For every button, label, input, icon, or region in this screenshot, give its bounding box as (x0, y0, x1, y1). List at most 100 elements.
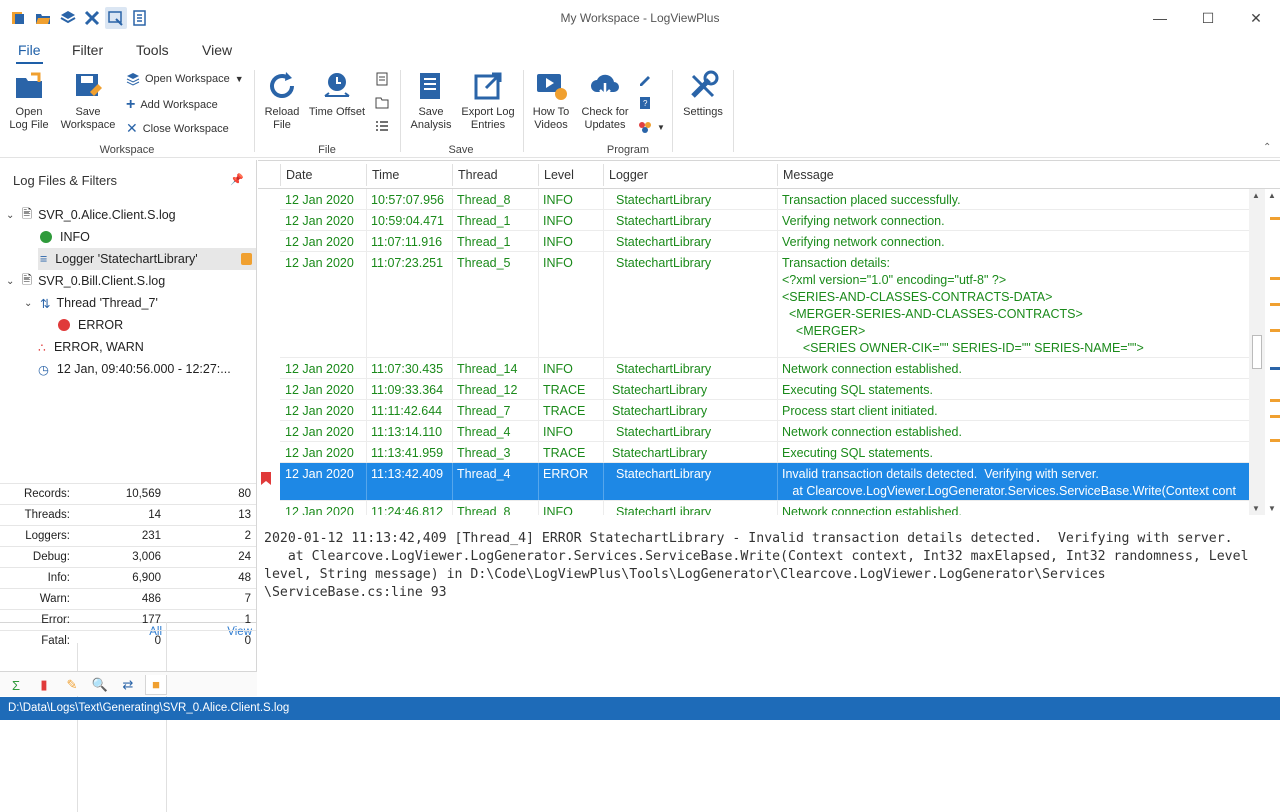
log-row[interactable]: 12 Jan 2020 11:13:14.110 Thread_4 INFO State… (280, 421, 1250, 442)
tree-item-filter[interactable]: ◷ 12 Jan, 09:40:56.000 - 12:27:... (38, 358, 231, 380)
reload-file-button[interactable]: Reload File (260, 70, 304, 132)
log-row[interactable]: 12 Jan 2020 10:59:04.471 Thread_1 INFO State… (280, 210, 1250, 231)
column-header-time[interactable]: Time (366, 164, 452, 186)
check-for-updates-label: Check for Updates (581, 106, 629, 131)
stats-label: Info: (47, 572, 70, 584)
log-row[interactable]: 12 Jan 2020 10:57:07.956 Thread_8 INFO State… (280, 189, 1250, 210)
time-offset-button[interactable]: Time Offset (306, 70, 368, 119)
group-label-workspace: Workspace (99, 144, 155, 156)
cell-thread: Thread_4 (457, 425, 511, 439)
message-detail-pane[interactable]: 2020-01-12 11:13:42,409 [Thread_4] ERROR… (258, 520, 1280, 696)
stats-all-value: 231 (141, 530, 161, 542)
bookmark-icon[interactable]: ▮ (33, 675, 55, 695)
stats-row: Warn: 486 7 (0, 588, 256, 609)
log-row[interactable]: 12 Jan 2020 11:13:42.409 Thread_4 ERROR Stat… (280, 463, 1250, 501)
close-button[interactable]: ✕ (1233, 6, 1279, 30)
tree-item-filter[interactable]: ERROR (58, 314, 123, 336)
tree-item-file[interactable]: ⌄ 🖹 SVR_0.Alice.Client.S.log (6, 204, 176, 226)
filters-tab-icon[interactable]: ■ (145, 675, 167, 695)
log-row[interactable]: 12 Jan 2020 11:11:42.644 Thread_7 TRACE Stat… (280, 400, 1250, 421)
open-log-file-button[interactable]: Open Log File (6, 70, 52, 132)
scrollbar-thumb[interactable] (1252, 335, 1262, 369)
folder-button[interactable] (375, 96, 389, 109)
maximize-button[interactable]: ☐ (1185, 6, 1231, 30)
scroll-up-icon[interactable]: ▲ (1252, 191, 1260, 200)
folder-icon (375, 97, 389, 109)
search-folder-icon[interactable]: 🔍 (89, 675, 111, 695)
cell-logger: StatechartLibrary (616, 425, 712, 439)
settings-button[interactable]: Settings (678, 70, 728, 119)
column-header-thread[interactable]: Thread (452, 164, 538, 186)
column-header-message[interactable]: Message (777, 164, 1249, 186)
log-minimap[interactable]: ▲ ▼ (1268, 189, 1280, 515)
tree-item-filter[interactable]: ∴ ERROR, WARN (38, 336, 144, 358)
log-row[interactable]: 12 Jan 2020 11:07:11.916 Thread_1 INFO State… (280, 231, 1250, 252)
file-list-button[interactable] (376, 72, 389, 86)
save-analysis-button[interactable]: Save Analysis (406, 70, 456, 132)
pin-icon[interactable]: 📌 (230, 173, 244, 186)
cell-thread: Thread_1 (457, 214, 511, 228)
cell-message: Network connection established. (782, 505, 962, 515)
chevron-down-icon[interactable]: ⌄ (6, 276, 18, 287)
tab-filter[interactable]: Filter (72, 42, 103, 58)
close-workspace-button[interactable]: ✕ Close Workspace (126, 120, 229, 137)
cell-date: 12 Jan 2020 (285, 425, 354, 439)
how-to-videos-button[interactable]: How To Videos (528, 70, 574, 132)
statistics-sigma-icon[interactable]: Σ (5, 675, 27, 695)
cell-divider (452, 501, 453, 515)
cell-message: Executing SQL statements. (782, 446, 934, 460)
export-log-entries-button[interactable]: Export Log Entries (458, 70, 518, 132)
theme-button[interactable]: ▼ (638, 120, 665, 134)
save-workspace-button[interactable]: Save Workspace (58, 70, 118, 132)
edit-button[interactable] (638, 72, 652, 86)
tree-item-filter[interactable]: ≡ Logger 'StatechartLibrary' (38, 248, 256, 270)
column-header-date[interactable]: Date (280, 164, 366, 186)
tree-item-filter[interactable]: INFO (40, 226, 90, 248)
column-header-logger[interactable]: Logger (603, 164, 777, 186)
cell-date: 12 Jan 2020 (285, 505, 354, 515)
minimap-down-icon[interactable]: ▼ (1268, 504, 1276, 513)
open-workspace-button[interactable]: Open Workspace ▼ (126, 72, 244, 86)
tab-view[interactable]: View (202, 42, 232, 58)
cell-divider (603, 231, 604, 251)
chevron-down-icon[interactable]: ⌄ (24, 298, 36, 309)
column-header-level[interactable]: Level (538, 164, 603, 186)
thread-filter-icon: ⇅ (40, 296, 51, 311)
log-row[interactable]: 12 Jan 2020 11:07:30.435 Thread_14 INFO Stat… (280, 358, 1250, 379)
log-row[interactable]: 12 Jan 2020 11:24:46.812 Thread_8 INFO State… (280, 501, 1250, 515)
cell-message: Verifying network connection. (782, 214, 945, 228)
compare-arrows-icon[interactable]: ⇄ (117, 675, 139, 695)
scroll-down-icon[interactable]: ▼ (1252, 504, 1260, 513)
vertical-scrollbar[interactable]: ▲ ▼ (1249, 189, 1265, 515)
stats-view-value: 0 (244, 635, 251, 647)
cell-divider (538, 358, 539, 378)
minimap-up-icon[interactable]: ▲ (1268, 191, 1276, 200)
cell-divider (538, 189, 539, 209)
log-row[interactable]: 12 Jan 2020 11:13:41.959 Thread_3 TRACE Stat… (280, 442, 1250, 463)
cell-logger: StatechartLibrary (616, 193, 712, 207)
tab-tools[interactable]: Tools (136, 42, 169, 58)
cell-divider (603, 463, 604, 500)
collapse-ribbon-icon[interactable]: ⌃ (1263, 142, 1271, 153)
add-workspace-button[interactable]: + Add Workspace (126, 96, 218, 114)
check-for-updates-button[interactable]: Check for Updates (578, 70, 632, 132)
tab-file[interactable]: File (16, 42, 43, 64)
minimize-button[interactable]: — (1137, 6, 1183, 30)
help-button[interactable]: ? (638, 96, 652, 110)
tree-item-file[interactable]: ⌄ 🖹 SVR_0.Bill.Client.S.log (6, 270, 165, 292)
pencil-icon[interactable]: ✎ (61, 675, 83, 695)
cell-divider (366, 501, 367, 515)
bookmark-icon[interactable] (261, 472, 271, 485)
cell-divider (538, 501, 539, 515)
log-row[interactable]: 12 Jan 2020 11:07:23.251 Thread_5 INFO State… (280, 252, 1250, 358)
panel-bottom-tabs: Σ ▮ ✎ 🔍 ⇄ ■ (0, 671, 257, 696)
cell-logger: StatechartLibrary (612, 404, 708, 418)
minimap-marker (1270, 277, 1280, 280)
stats-all-value: 10,569 (125, 488, 161, 500)
list-button[interactable] (375, 120, 389, 133)
save-analysis-label: Save Analysis (410, 106, 452, 131)
log-row[interactable]: 12 Jan 2020 11:09:33.364 Thread_12 TRACE Sta… (280, 379, 1250, 400)
settings-tools-icon (691, 70, 719, 98)
chevron-down-icon[interactable]: ⌄ (6, 210, 18, 221)
tree-item-filter[interactable]: ⌄ ⇅ Thread 'Thread_7' (24, 292, 158, 314)
